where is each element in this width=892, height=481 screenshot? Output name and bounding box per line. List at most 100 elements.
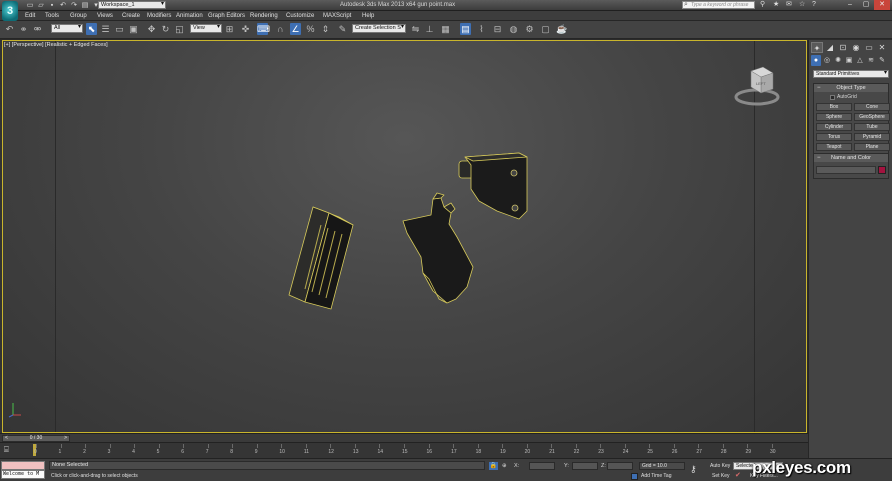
maxscript-input-field[interactable]: Welcome to M [1,470,45,479]
align-icon[interactable]: ⊥ [424,23,435,35]
rendered-frame-window-icon[interactable]: ▢ [540,23,551,35]
sphere-button[interactable]: Sphere [816,113,852,121]
favorites-icon[interactable]: ☆ [799,1,806,9]
track-bar[interactable]: ⌸ 0 1 2 3 4 5 6 7 8 9 10 11 12 13 14 15 16 17 18 19 20 21 22 23… [0,442,808,458]
cylinder-button[interactable]: Cylinder [816,123,852,131]
move-icon[interactable]: ✥ [146,23,157,35]
schematic-view-icon[interactable]: ⊟ [492,23,503,35]
menu-customize[interactable]: Customize [286,12,314,20]
unlink-icon[interactable]: ⚮ [32,23,43,35]
subscription-icon[interactable]: ★ [773,1,780,9]
z-coordinate-field[interactable] [607,462,633,470]
workspace-dropdown[interactable]: Workspace_1 [98,1,166,9]
tube-button[interactable]: Tube [854,123,890,131]
viewcube[interactable]: LEFT [733,63,781,111]
grip-mesh[interactable] [402,192,474,304]
primitive-category-dropdown[interactable]: Standard Primitives [813,70,889,78]
space-warps-icon[interactable]: ≋ [866,55,876,66]
name-and-color-header[interactable]: Name and Color [814,154,888,162]
box-button[interactable]: Box [816,103,852,111]
time-slider-thumb[interactable]: 0 / 30 [2,435,70,442]
percent-snap-icon[interactable]: % [305,23,316,35]
cameras-icon[interactable]: ▣ [844,55,854,66]
cone-button[interactable]: Cone [854,103,890,111]
window-crossing-icon[interactable]: ▣ [128,23,139,35]
viewcube-ring[interactable] [734,88,780,106]
communication-center-icon[interactable]: ✉ [786,1,793,9]
selection-lock-icon[interactable]: 🔒 [489,462,498,470]
lights-icon[interactable]: ✺ [833,55,843,66]
time-slider[interactable]: 0 / 30 [0,433,808,442]
x-coordinate-field[interactable] [529,462,555,470]
spinner-snap-icon[interactable]: ⇕ [320,23,331,35]
select-by-name-icon[interactable]: ☰ [100,23,111,35]
open-file-icon[interactable]: ▱ [37,2,45,9]
reference-coordinate-dropdown[interactable]: View [190,24,222,33]
rotate-icon[interactable]: ↻ [160,23,171,35]
menu-maxscript[interactable]: MAXScript [323,12,351,20]
utilities-tab-icon[interactable]: ✕ [876,42,888,53]
maximize-icon[interactable]: ▢ [858,0,874,10]
selection-filter-dropdown[interactable]: All [51,24,83,33]
geosphere-button[interactable]: GeoSphere [854,113,890,121]
material-editor-icon[interactable]: ◍ [508,23,519,35]
named-selection-dropdown[interactable]: Create Selection S [352,24,406,33]
select-manipulate-icon[interactable]: ✜ [240,23,251,35]
menu-help[interactable]: Help [362,12,374,20]
set-key-button[interactable]: Set Key [712,472,730,480]
plane-button[interactable]: Plane [854,143,890,151]
menu-tools[interactable]: Tools [45,12,59,20]
scene-objects[interactable] [3,41,807,433]
undo-icon[interactable]: ↶ [59,2,67,9]
teapot-button[interactable]: Teapot [816,143,852,151]
y-coordinate-field[interactable] [572,462,598,470]
search-input[interactable]: Type a keyword or phrase [682,1,755,9]
app-logo-button[interactable]: 3 [2,1,18,21]
undo-tool-icon[interactable]: ↶ [4,23,15,35]
menu-edit[interactable]: Edit [25,12,35,20]
minimize-icon[interactable]: – [842,0,858,10]
keyboard-shortcut-override-icon[interactable]: ⌨ [257,23,270,35]
hierarchy-tab-icon[interactable]: ⊡ [837,42,849,53]
object-color-swatch[interactable] [878,166,886,174]
redo-icon[interactable]: ↷ [70,2,78,9]
edit-named-selection-icon[interactable]: ✎ [337,23,348,35]
render-production-icon[interactable]: ☕ [556,23,567,35]
perspective-viewport[interactable]: [+] [Perspective] [Realistic + Edged Fac… [2,40,807,433]
menu-views[interactable]: Views [97,12,113,20]
curve-editor-icon[interactable]: ⌇ [476,23,487,35]
add-time-tag[interactable]: Add Time Tag [631,473,671,480]
scale-icon[interactable]: ◱ [174,23,185,35]
slide-mesh[interactable] [458,152,528,220]
help-icon[interactable]: ? [812,1,819,9]
snaps-toggle-icon[interactable]: ∩ [275,23,286,35]
mini-curve-editor-icon[interactable]: ⌸ [4,445,14,455]
shapes-icon[interactable]: ◎ [822,55,832,66]
new-file-icon[interactable]: ▭ [26,2,34,9]
display-tab-icon[interactable]: ▭ [863,42,875,53]
magazine-mesh[interactable] [288,206,354,310]
menu-create[interactable]: Create [122,12,140,20]
layer-manager-icon[interactable]: ▦ [440,23,451,35]
pyramid-button[interactable]: Pyramid [854,133,890,141]
autogrid-checkbox-row[interactable]: AutoGrid [830,94,888,101]
torus-button[interactable]: Torus [816,133,852,141]
menu-modifiers[interactable]: Modifiers [147,12,171,20]
motion-tab-icon[interactable]: ◉ [850,42,862,53]
binoculars-icon[interactable]: ⚲ [760,1,767,9]
save-icon[interactable]: ▪ [48,2,56,9]
angle-snap-icon[interactable]: ∠ [290,23,301,35]
menu-graph-editors[interactable]: Graph Editors [208,12,245,20]
graphite-ribbon-icon[interactable]: ▤ [460,23,471,35]
select-object-icon[interactable]: ⬉ [86,23,97,35]
menu-animation[interactable]: Animation [176,12,203,20]
rectangular-selection-icon[interactable]: ▭ [114,23,125,35]
set-key-icon[interactable]: ⚷ [690,464,697,474]
systems-icon[interactable]: ✎ [877,55,887,66]
select-link-icon[interactable]: ⚭ [18,23,29,35]
project-folder-icon[interactable]: ▤ [81,2,89,9]
autogrid-checkbox[interactable] [830,95,835,100]
pivot-center-icon[interactable]: ⊞ [224,23,235,35]
transform-mode-icon[interactable]: ⊕ [502,463,507,469]
auto-key-button[interactable]: Auto Key [710,462,730,470]
